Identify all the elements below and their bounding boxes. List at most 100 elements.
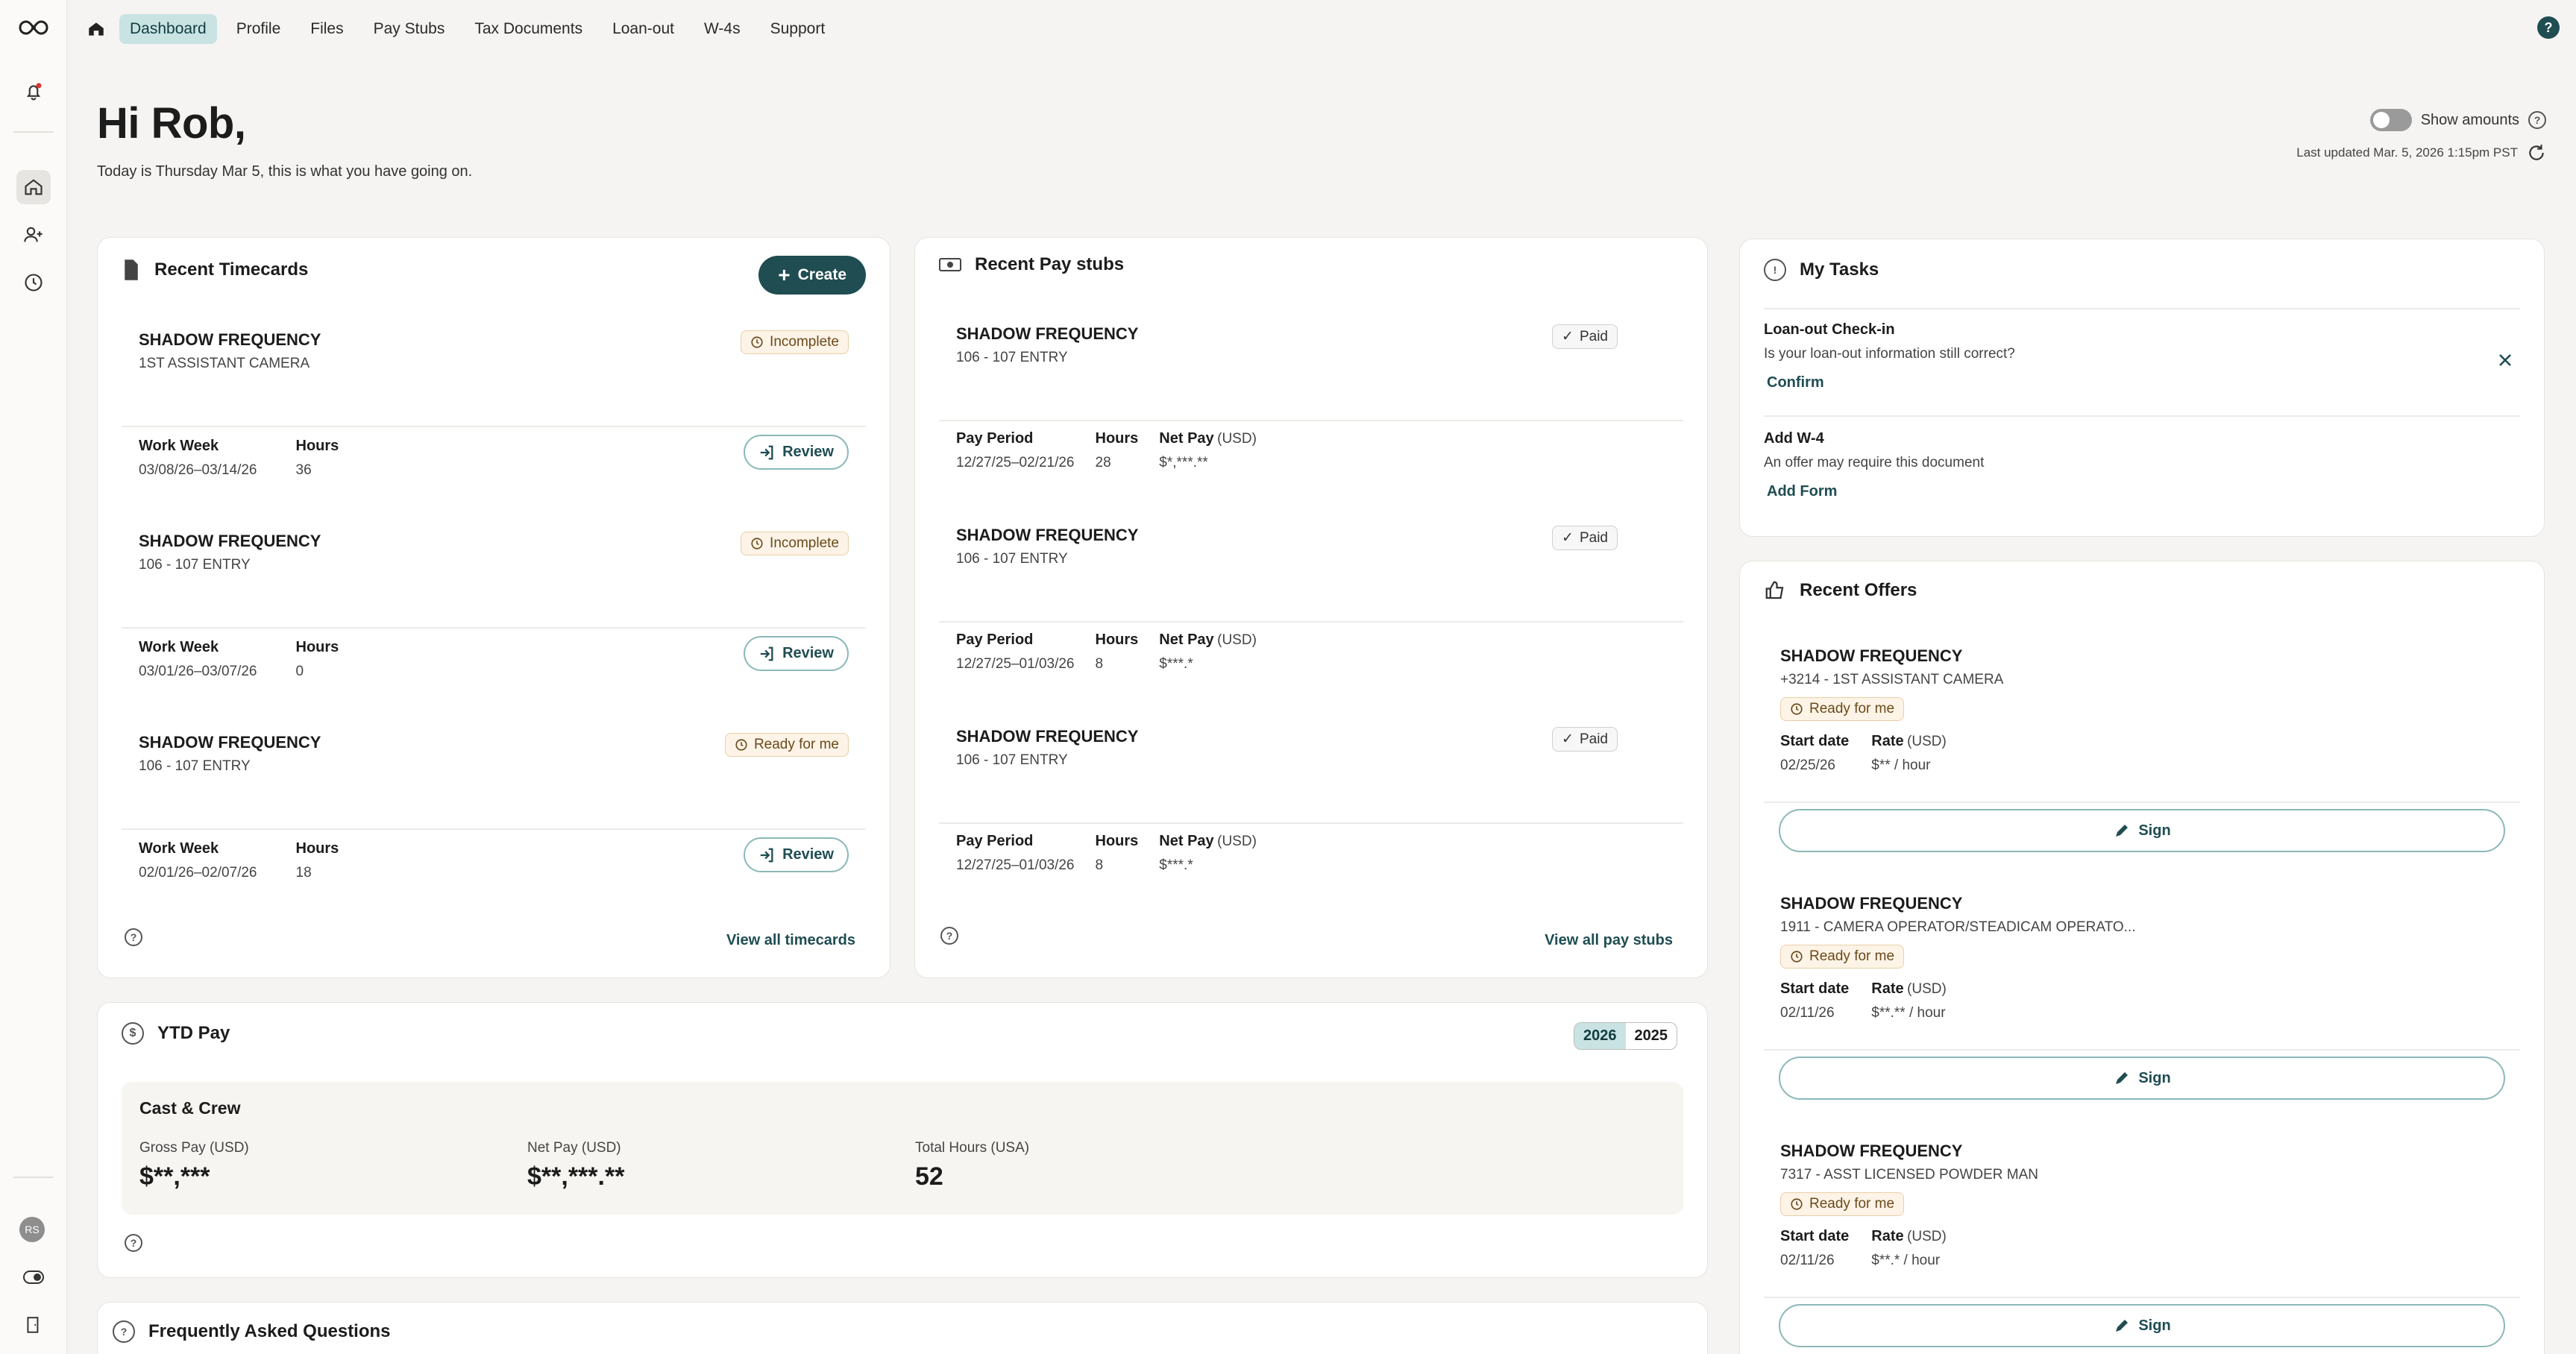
home-icon[interactable] [16,170,51,204]
nav-home-icon[interactable] [82,15,110,43]
add-user-icon[interactable] [16,218,51,252]
status-text: Ready for me [753,737,839,752]
clock-icon[interactable] [16,265,51,300]
review-label: Review [782,444,834,460]
year-2025-toggle[interactable]: 2025 [1626,1023,1677,1049]
recent-paystubs-card: Recent Pay stubs SHADOW FREQUENCY 106 - … [914,237,1708,978]
net-label: Net Pay [1159,430,1214,447]
show-amounts-label: Show amounts [2420,111,2519,128]
timecard-entry[interactable]: SHADOW FREQUENCY 106 - 107 ENTRY Ready f… [139,733,849,775]
greeting: Hi Rob, Today is Thursday Mar 5, this is… [97,98,472,180]
divider [122,426,866,427]
rate-unit: (USD) [1907,981,1947,997]
nav-tax-documents[interactable]: Tax Documents [464,14,593,44]
add-form-button[interactable]: Add Form [1767,483,1984,500]
check-icon: ✓ [1562,731,1574,747]
faq-header[interactable]: ? Frequently Asked Questions [98,1303,1707,1354]
info-question-icon[interactable]: ? [2528,111,2546,129]
hours-value: 0 [295,664,304,679]
question-icon: ? [113,1320,135,1343]
nav-profile[interactable]: Profile [226,14,292,44]
close-icon[interactable] [2496,351,2514,369]
avatar[interactable]: RS [19,1217,45,1242]
employer-name: Cast & Crew [139,1098,241,1118]
ytd-title: YTD Pay [157,1023,230,1043]
status-badge: Incomplete [741,532,849,555]
app-logo-icon[interactable] [16,10,51,45]
paystub-period-row: Pay Period 12/27/25–01/03/26 Hours 8 Net P… [956,632,1666,673]
review-button[interactable]: Review [744,837,849,872]
paystub-entry[interactable]: SHADOW FREQUENCY 106 - 107 ENTRY ✓ Paid [956,526,1618,567]
create-timecard-button[interactable]: + Create [758,256,866,295]
notifications-bell-icon[interactable] [16,75,51,109]
paid-text: Paid [1579,529,1608,546]
rail-divider [13,131,54,133]
sign-label: Sign [2138,822,2171,839]
nav-support[interactable]: Support [760,14,836,44]
timecard-entry[interactable]: SHADOW FREQUENCY 1ST ASSISTANT CAMERA In… [139,330,849,372]
hours-value: 8 [1095,857,1104,873]
nav-loan-out[interactable]: Loan-out [602,14,685,44]
divider [1764,415,2520,417]
timecard-week-row: Work Week 02/01/26–02/07/26 Hours 18 Revie… [139,837,849,881]
review-button[interactable]: Review [744,435,849,470]
offer-role: +3214 - 1ST ASSISTANT CAMERA [1780,672,2004,687]
nav-files[interactable]: Files [300,14,354,44]
sign-offer-button[interactable]: Sign [1779,809,2505,852]
paid-text: Paid [1579,731,1608,747]
offer-entry: SHADOW FREQUENCY +3214 - 1ST ASSISTANT C… [1780,646,2003,774]
offer-project: SHADOW FREQUENCY [1780,646,1963,665]
review-label: Review [782,846,834,863]
paystub-project: SHADOW FREQUENCY [956,324,1139,343]
paystub-entry[interactable]: SHADOW FREQUENCY 106 - 107 ENTRY ✓ Paid [956,727,1618,769]
last-updated-text: Last updated Mar. 5, 2026 1:15pm PST [2296,145,2518,160]
timecard-role: 1ST ASSISTANT CAMERA [139,356,310,371]
period-value: 12/27/25–01/03/26 [956,857,1075,873]
year-2026-toggle[interactable]: 2026 [1574,1023,1626,1049]
offers-title: Recent Offers [1800,580,1917,600]
review-button[interactable]: Review [744,636,849,671]
info-question-icon[interactable]: ? [940,927,958,945]
rate-unit: (USD) [1907,734,1947,749]
show-amounts-toggle[interactable] [2369,109,2412,131]
status-badge: Ready for me [724,733,849,757]
view-all-timecards-link[interactable]: View all timecards [726,932,855,949]
offer-role: 1911 - CAMERA OPERATOR/STEADICAM OPERATO… [1780,919,2136,935]
nav-pay-stubs[interactable]: Pay Stubs [363,14,456,44]
logout-door-icon[interactable] [16,1308,51,1342]
confirm-button[interactable]: Confirm [1767,374,2015,391]
ytd-pay-card: $ YTD Pay 2026 2025 Cast & Crew Gross Pa… [97,1002,1708,1278]
paystubs-title: Recent Pay stubs [975,254,1125,274]
task-title: Add W-4 [1764,430,1824,447]
total-hours-block: Total Hours (USA) 52 [915,1140,1029,1191]
paystub-period-row: Pay Period 12/27/25–01/03/26 Hours 8 Net P… [956,833,1666,874]
divider [1764,1049,2520,1051]
offer-entry: SHADOW FREQUENCY 7317 - ASST LICENSED PO… [1780,1142,2038,1269]
timecard-entry[interactable]: SHADOW FREQUENCY 106 - 107 ENTRY Incompl… [139,532,849,573]
divider [122,828,866,830]
sign-offer-button[interactable]: Sign [1779,1304,2505,1347]
paid-badge: ✓ Paid [1552,727,1618,752]
hours-label: Hours [1095,632,1139,648]
create-label: Create [797,266,846,283]
login-arrow-icon [760,646,773,661]
offer-entry: SHADOW FREQUENCY 1911 - CAMERA OPERATOR/… [1780,894,2136,1021]
show-amounts-toggle-row: Show amounts ? [2369,109,2546,131]
rate-value: $** / hour [1871,758,1931,773]
offer-project: SHADOW FREQUENCY [1780,894,1963,913]
view-all-paystubs-link[interactable]: View all pay stubs [1545,932,1673,949]
info-question-icon[interactable]: ? [125,928,142,946]
paystub-project: SHADOW FREQUENCY [956,727,1139,746]
help-icon[interactable]: ? [2537,16,2560,39]
nav-dashboard[interactable]: Dashboard [119,14,217,44]
status-text: Incomplete [770,334,839,350]
paystub-entry[interactable]: SHADOW FREQUENCY 106 - 107 ENTRY ✓ Paid [956,324,1618,366]
refresh-icon[interactable] [2527,143,2546,163]
toggle-icon[interactable] [16,1260,51,1294]
nav-w4s[interactable]: W-4s [694,14,751,44]
gross-label: Gross Pay (USD) [139,1140,249,1156]
sign-offer-button[interactable]: Sign [1779,1057,2505,1100]
status-text: Ready for me [1809,948,1895,964]
info-question-icon[interactable]: ? [125,1234,142,1252]
period-value: 12/27/25–02/21/26 [956,455,1075,470]
